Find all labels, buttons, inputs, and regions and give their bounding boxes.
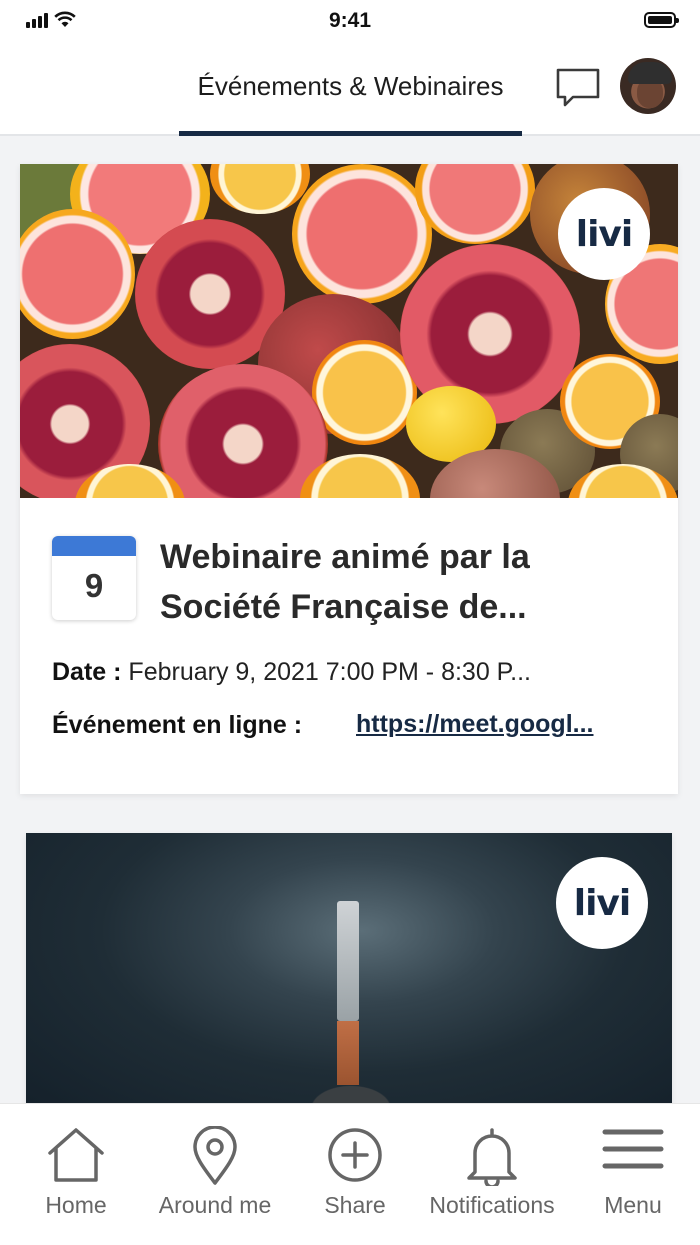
nav-label: Notifications	[429, 1192, 555, 1218]
nav-label: Around me	[158, 1192, 272, 1218]
nav-share[interactable]: Share	[300, 1104, 410, 1245]
bottom-navigation: Home Around me Share Notifications Menu	[0, 1103, 700, 1245]
status-time: 9:41	[328, 9, 372, 32]
nav-notifications[interactable]: Notifications	[416, 1104, 568, 1245]
tab-events-webinars[interactable]: Événements & Webinaires	[179, 71, 522, 102]
meeting-link[interactable]: https://meet.googl...	[356, 710, 638, 739]
home-icon	[48, 1128, 104, 1182]
livi-logo: livi	[556, 857, 648, 949]
event-details: 9 Webinaire animé par la Société Françai…	[20, 498, 678, 794]
event-day: 9	[84, 567, 104, 604]
chat-icon[interactable]	[556, 68, 600, 108]
nav-label: Home	[45, 1192, 107, 1218]
online-event-label: Événement en ligne :	[52, 711, 303, 739]
bell-icon	[467, 1128, 517, 1186]
plus-circle-icon	[328, 1128, 382, 1182]
hamburger-menu-icon	[602, 1129, 664, 1169]
event-cover-image: livi	[20, 164, 678, 498]
location-pin-icon	[193, 1126, 237, 1185]
status-bar: 9:41	[0, 0, 700, 44]
battery-icon	[644, 12, 679, 28]
event-card[interactable]: livi 9 Webinaire animé par la Société Fr…	[20, 164, 678, 794]
nav-label: Menu	[604, 1192, 662, 1218]
active-tab-indicator	[179, 131, 522, 136]
event-date-row: Date : February 9, 2021 7:00 PM - 8:30 P…	[52, 658, 652, 687]
nav-around-me[interactable]: Around me	[140, 1104, 290, 1245]
nav-home[interactable]: Home	[0, 1104, 152, 1245]
event-card[interactable]: livi	[26, 833, 672, 1113]
date-label: Date :	[52, 658, 122, 686]
online-event-row: Événement en ligne :	[52, 711, 352, 740]
calendar-date-icon: 9	[52, 536, 136, 620]
event-title[interactable]: Webinaire animé par la Société Française…	[160, 532, 640, 632]
app-header: Événements & Webinaires	[0, 44, 700, 136]
livi-logo: livi	[558, 188, 650, 280]
avatar[interactable]	[620, 58, 676, 114]
nav-label: Share	[324, 1192, 386, 1218]
nav-menu[interactable]: Menu	[580, 1104, 686, 1245]
date-value: February 9, 2021 7:00 PM - 8:30 P...	[128, 658, 531, 686]
